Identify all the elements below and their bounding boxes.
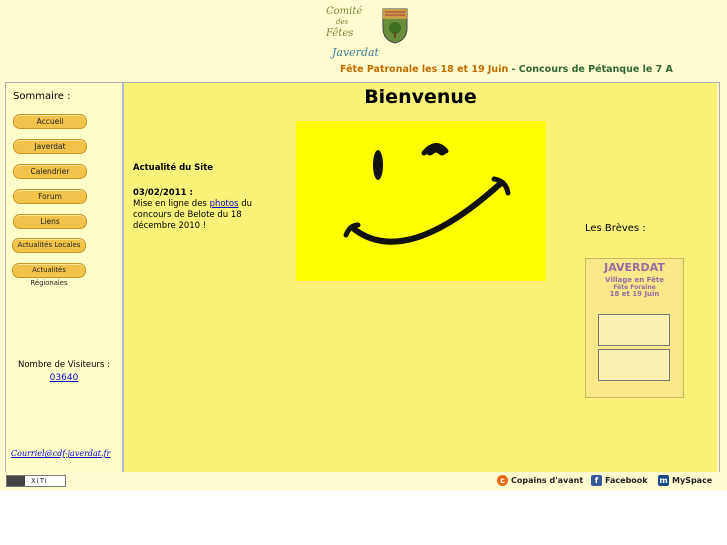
poster-sub-1: Village en Fête xyxy=(605,276,664,284)
poster-program-box-2 xyxy=(598,349,670,381)
main-content: Bienvenue Actualité du Site 03/02/2011 :… xyxy=(124,83,717,472)
ticker-item-petanque[interactable]: Concours de Pétanque le 7 A xyxy=(519,64,673,75)
nav-button-actualites-locales[interactable]: Actualités Locales xyxy=(12,238,86,253)
visitors-label: Nombre de Visiteurs : xyxy=(17,360,111,370)
poster-title: JAVERDAT xyxy=(604,261,665,274)
facebook-link[interactable]: f Facebook xyxy=(591,475,648,486)
coat-of-arms-icon xyxy=(382,8,408,44)
ticker-item-fete[interactable]: Fête Patronale les 18 et 19 Juin xyxy=(340,64,508,75)
logo-subtitle: Javerdat xyxy=(332,46,379,59)
news-text-before: Mise en ligne des xyxy=(133,199,210,209)
email-link[interactable]: Courriel@cdf-javerdat.fr xyxy=(11,449,110,458)
poster-program-box-1 xyxy=(598,314,670,346)
event-poster[interactable]: JAVERDAT Village en Fête Fête Foraine 18… xyxy=(585,258,684,398)
logo-line-2: des xyxy=(336,18,349,26)
sidebar: Sommaire : Accueil Javerdat Calendrier F… xyxy=(6,83,124,472)
poster-sub-3: 18 et 19 Juin xyxy=(609,290,660,298)
news-date: 03/02/2011 : xyxy=(133,188,193,198)
xiti-badge[interactable]: XiTi xyxy=(6,475,66,487)
nav-button-liens[interactable]: Liens xyxy=(13,214,87,229)
copains-icon: c xyxy=(497,475,508,486)
myspace-label: MySpace xyxy=(672,476,713,485)
logo-line-3: Fêtes xyxy=(326,28,354,39)
myspace-link[interactable]: m MySpace xyxy=(658,475,712,486)
myspace-icon: m xyxy=(658,475,669,486)
news-title: Actualité du Site xyxy=(133,163,214,173)
news-body: Mise en ligne des photos du concours de … xyxy=(133,199,263,232)
xiti-label: XiTi xyxy=(31,477,48,485)
footer: XiTi c Copains d'avant f Facebook m MySpace xyxy=(0,472,727,490)
xiti-bar-icon xyxy=(7,476,25,486)
logo-line-1: Comité xyxy=(326,6,363,17)
copains-label: Copains d'avant xyxy=(511,476,584,485)
news-ticker[interactable]: Fête Patronale les 18 et 19 Juin - Conco… xyxy=(340,64,687,78)
page-title: Bienvenue xyxy=(364,86,477,108)
sidebar-title: Sommaire : xyxy=(13,91,71,102)
copains-link[interactable]: c Copains d'avant xyxy=(497,475,583,486)
winking-smiley-image xyxy=(296,121,546,281)
nav-button-javerdat[interactable]: Javerdat xyxy=(13,139,87,154)
facebook-label: Facebook xyxy=(605,476,648,485)
ticker-separator: - xyxy=(508,64,519,75)
nav-button-calendrier[interactable]: Calendrier xyxy=(13,164,87,179)
visitors-counter[interactable]: 03640 xyxy=(6,373,122,383)
nav-button-actualites-regionales[interactable]: Actualités Régionales xyxy=(12,263,86,287)
site-logo[interactable]: Comité des Fêtes Javerdat xyxy=(326,4,416,60)
nav-button-forum[interactable]: Forum xyxy=(13,189,87,204)
poster-subtitle: Village en Fête Fête Foraine 18 et 19 Ju… xyxy=(586,277,683,298)
photos-link[interactable]: photos xyxy=(210,199,239,209)
nav-button-accueil[interactable]: Accueil xyxy=(13,114,87,129)
facebook-icon: f xyxy=(591,475,602,486)
breves-label: Les Brèves : xyxy=(585,223,646,234)
logo-text: Comité des Fêtes xyxy=(326,6,362,39)
